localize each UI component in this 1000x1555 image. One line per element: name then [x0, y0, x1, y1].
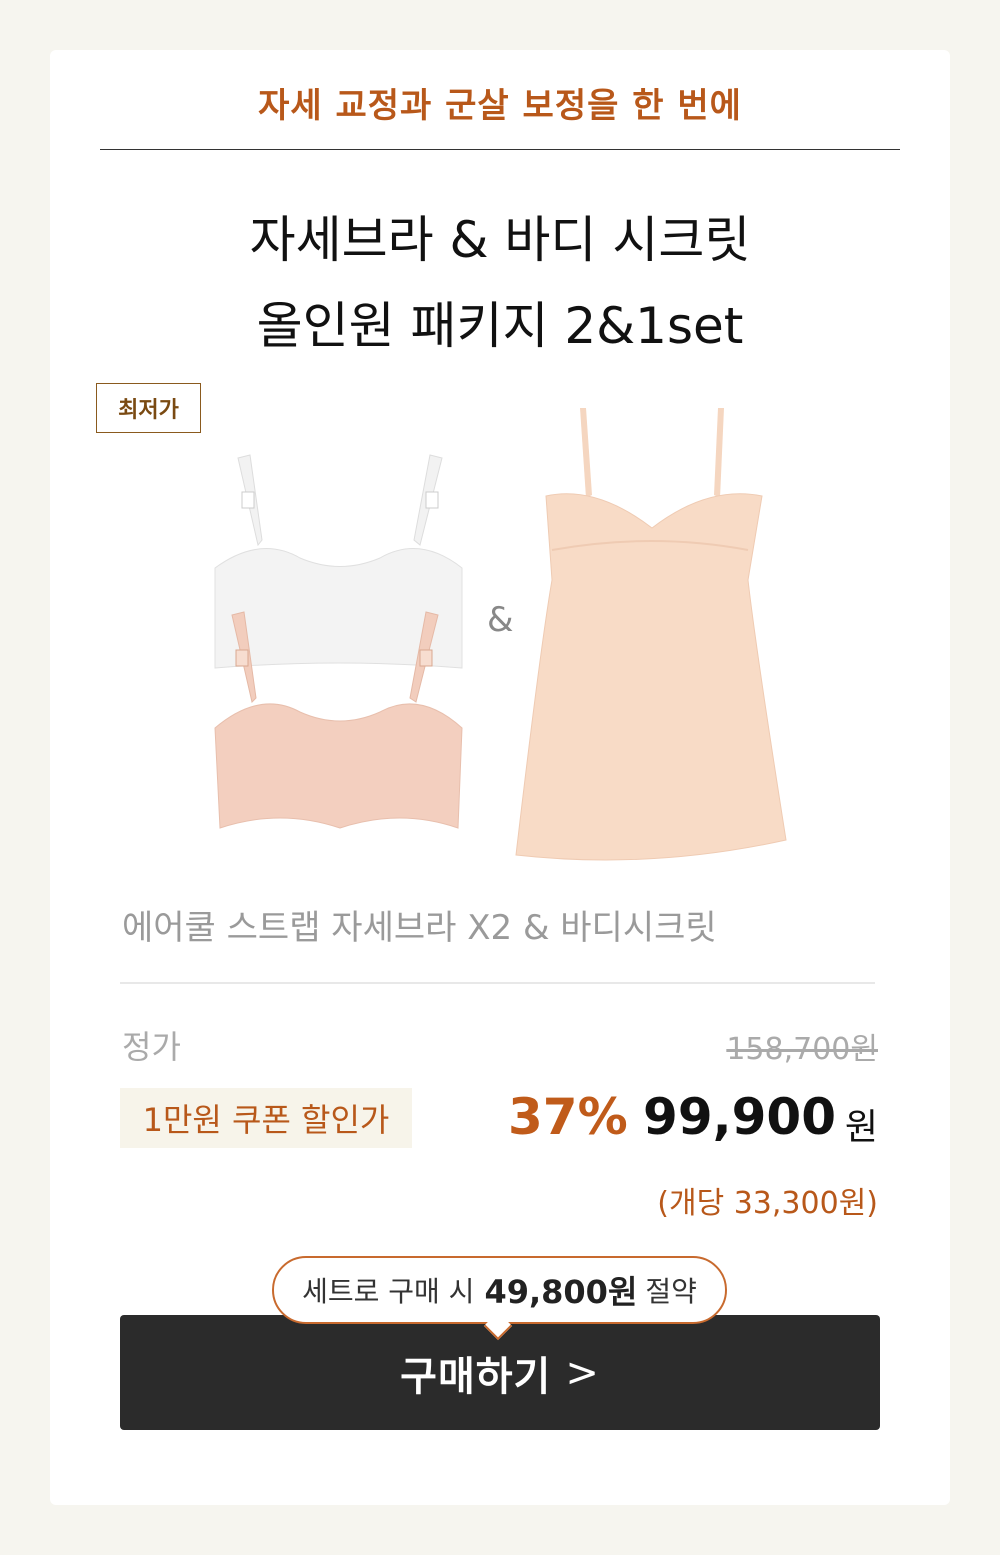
product-name: 에어쿨 스트랩 자세브라 X2 & 바디시크릿 [122, 908, 717, 948]
sale-price: 99,900 [643, 1088, 836, 1146]
regular-price-label: 정가 [122, 1028, 181, 1066]
product-title-line1: 자세브라 & 바디 시크릿 [249, 211, 751, 269]
chevron-right-icon: > [565, 1349, 600, 1396]
savings-suffix: 절약 [645, 1275, 697, 1308]
regular-price: 158,700원 [726, 1032, 878, 1067]
lowest-price-badge: 최저가 [96, 383, 201, 433]
divider [120, 982, 875, 984]
savings-prefix: 세트로 구매 시 [302, 1275, 475, 1308]
savings-amount: 49,800원 [484, 1273, 638, 1311]
products-separator: & [487, 600, 514, 640]
sale-price-currency: 원 [844, 1107, 878, 1148]
divider [100, 149, 900, 150]
tagline: 자세 교정과 군살 보정을 한 번에 [258, 86, 742, 126]
coupon-price-label: 1만원 쿠폰 할인가 [120, 1088, 412, 1148]
per-unit-price: (개당 33,300원) [657, 1186, 878, 1221]
product-title-line2: 올인원 패키지 2&1set [256, 297, 744, 355]
discount-rate: 37% [508, 1088, 628, 1146]
buy-button-label: 구매하기 [400, 1353, 552, 1400]
body-slip-image [515, 408, 787, 861]
